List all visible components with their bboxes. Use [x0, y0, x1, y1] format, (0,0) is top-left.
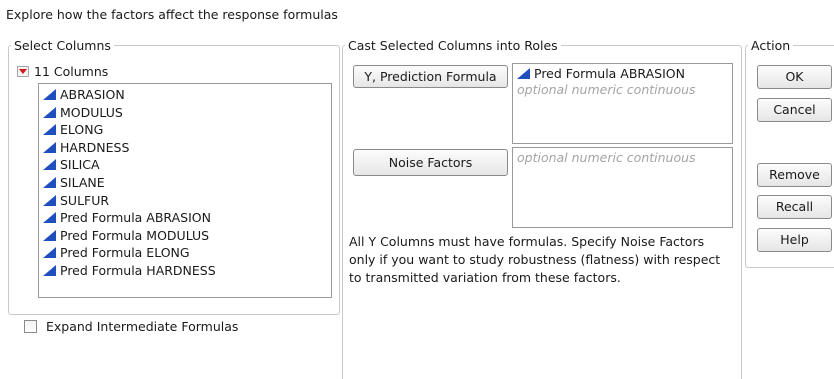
noise-role-hint: optional numeric continuous — [517, 150, 696, 165]
column-list-item[interactable]: ELONG — [39, 121, 331, 139]
column-list-item[interactable]: ABRASION — [39, 86, 331, 104]
column-name: MODULUS — [60, 104, 123, 120]
continuous-icon — [43, 264, 56, 276]
continuous-icon — [43, 229, 56, 241]
continuous-icon — [43, 247, 56, 259]
column-name: HARDNESS — [60, 139, 130, 155]
expand-intermediate-formulas-checkbox[interactable] — [24, 320, 37, 333]
continuous-icon — [43, 124, 56, 136]
column-name: SULFUR — [60, 192, 110, 208]
dialog-instructions: Explore how the factors affect the respo… — [6, 7, 338, 22]
continuous-icon — [43, 176, 56, 188]
ok-button[interactable]: OK — [757, 65, 832, 89]
column-name: Pred Formula HARDNESS — [60, 262, 216, 278]
continuous-icon — [43, 194, 56, 206]
column-list-item[interactable]: Pred Formula ELONG — [39, 244, 331, 262]
expand-intermediate-formulas-label[interactable]: Expand Intermediate Formulas — [46, 319, 238, 334]
column-name: Pred Formula MODULUS — [60, 227, 210, 243]
column-name: SILANE — [60, 174, 105, 190]
column-list-item[interactable]: SILICA — [39, 156, 331, 174]
formula-note: All Y Columns must have formulas. Specif… — [349, 234, 721, 285]
recall-button[interactable]: Recall — [757, 195, 832, 219]
action-legend: Action — [751, 38, 791, 53]
y-role-list[interactable]: Pred Formula ABRASION optional numeric c… — [512, 63, 733, 144]
cast-roles-legend: Cast Selected Columns into Roles — [348, 38, 558, 53]
continuous-icon — [43, 106, 56, 118]
continuous-icon — [43, 212, 56, 224]
help-button[interactable]: Help — [757, 228, 832, 252]
noise-factors-button[interactable]: Noise Factors — [353, 149, 508, 176]
column-list-item[interactable]: Pred Formula HARDNESS — [39, 262, 331, 280]
noise-role-list[interactable]: optional numeric continuous — [512, 147, 733, 228]
columns-count-label: 11 Columns — [34, 64, 109, 79]
column-list[interactable]: ABRASION MODULUS ELONG HARDNESS SILICA SILANE… — [38, 83, 332, 298]
continuous-icon — [43, 159, 56, 171]
column-list-item[interactable]: SULFUR — [39, 192, 331, 210]
y-prediction-formula-button[interactable]: Y, Prediction Formula — [353, 65, 508, 88]
y-role-hint: optional numeric continuous — [517, 82, 696, 97]
y-role-item-label: Pred Formula ABRASION — [534, 66, 685, 81]
cancel-button[interactable]: Cancel — [757, 98, 832, 122]
column-name: SILICA — [60, 157, 100, 173]
continuous-icon — [517, 68, 530, 79]
column-name: Pred Formula ELONG — [60, 245, 190, 261]
continuous-icon — [43, 141, 56, 153]
column-list-item[interactable]: Pred Formula ABRASION — [39, 209, 331, 227]
column-name: ABRASION — [60, 87, 125, 102]
select-columns-legend: Select Columns — [14, 38, 111, 53]
y-role-item[interactable]: Pred Formula ABRASION — [517, 66, 728, 82]
column-name: Pred Formula ABRASION — [60, 210, 211, 226]
column-list-item[interactable]: HARDNESS — [39, 139, 331, 157]
continuous-icon — [43, 89, 56, 100]
column-list-item[interactable]: Pred Formula MODULUS — [39, 227, 331, 245]
column-menu-triangle-icon[interactable] — [17, 66, 29, 77]
remove-button[interactable]: Remove — [757, 163, 832, 187]
column-name: ELONG — [60, 122, 104, 138]
column-list-item[interactable]: SILANE — [39, 174, 331, 192]
column-list-item[interactable]: MODULUS — [39, 104, 331, 122]
